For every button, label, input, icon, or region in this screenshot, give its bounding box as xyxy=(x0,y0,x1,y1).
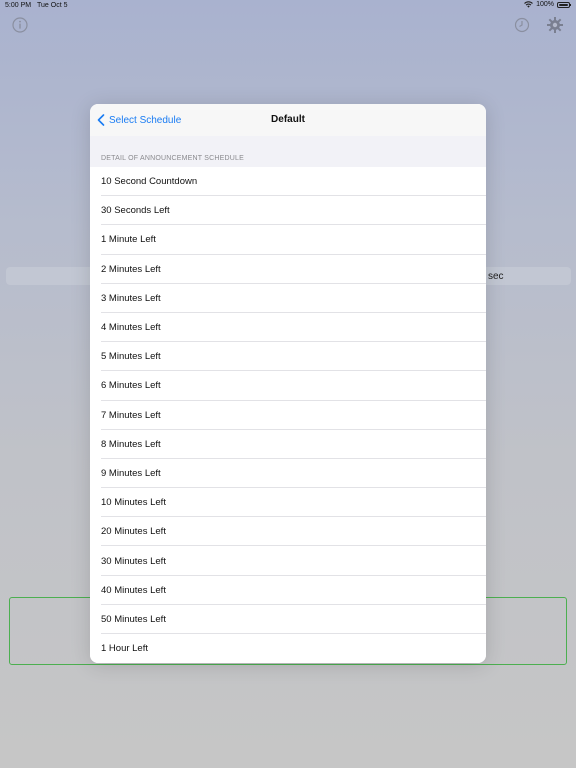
list-item-label: 50 Minutes Left xyxy=(101,613,166,625)
list-item[interactable]: 9 Minutes Left xyxy=(90,459,486,489)
list-item-label: 6 Minutes Left xyxy=(101,380,161,392)
list-item-label: 30 Minutes Left xyxy=(101,555,166,567)
announcement-list: 10 Second Countdown 30 Seconds Left 1 Mi… xyxy=(90,167,486,663)
list-item[interactable]: 4 Minutes Left xyxy=(90,313,486,343)
list-item[interactable]: 1 Minute Left xyxy=(90,225,486,255)
status-right: 100% xyxy=(524,1,571,8)
list-item[interactable]: 40 Minutes Left xyxy=(90,576,486,606)
status-date: Tue Oct 5 xyxy=(37,2,68,9)
background-sec-label: sec xyxy=(488,271,504,282)
list-item[interactable]: 6 Minutes Left xyxy=(90,371,486,401)
gear-icon[interactable] xyxy=(546,16,564,34)
status-time: 5:00 PM xyxy=(5,2,32,9)
clock-icon[interactable] xyxy=(513,16,531,34)
list-item[interactable]: 1 Hour Left xyxy=(90,634,486,663)
battery-percent: 100% xyxy=(536,1,554,8)
list-item-label: 10 Second Countdown xyxy=(101,176,198,188)
list-item-label: 8 Minutes Left xyxy=(101,438,161,450)
battery-icon xyxy=(557,1,571,8)
status-bar: 5:00 PM Tue Oct 5 100% xyxy=(0,0,576,12)
list-item[interactable]: 10 Minutes Left xyxy=(90,488,486,518)
list-item[interactable]: 30 Minutes Left xyxy=(90,546,486,576)
list-item-label: 30 Seconds Left xyxy=(101,205,170,217)
list-item[interactable]: 50 Minutes Left xyxy=(90,605,486,635)
list-item[interactable]: 3 Minutes Left xyxy=(90,284,486,314)
list-item[interactable]: 7 Minutes Left xyxy=(90,401,486,430)
info-icon[interactable] xyxy=(11,16,29,34)
list-item[interactable]: 5 Minutes Left xyxy=(90,342,486,372)
list-item-label: 1 Minute Left xyxy=(101,234,156,246)
list-item-label: 40 Minutes Left xyxy=(101,584,166,596)
schedule-detail-modal: Select Schedule Default DETAIL OF ANNOUN… xyxy=(90,104,486,663)
list-item-label: 1 Hour Left xyxy=(101,643,148,655)
wifi-icon xyxy=(524,1,533,8)
modal-navbar: Select Schedule Default xyxy=(90,104,486,136)
section-header: DETAIL OF ANNOUNCEMENT SCHEDULE xyxy=(101,155,244,162)
list-item-label: 5 Minutes Left xyxy=(101,351,161,363)
list-item[interactable]: 2 Minutes Left xyxy=(90,255,486,284)
modal-title: Default xyxy=(271,114,305,125)
list-item[interactable]: 8 Minutes Left xyxy=(90,430,486,460)
list-item-label: 9 Minutes Left xyxy=(101,467,161,479)
list-item-label: 20 Minutes Left xyxy=(101,526,166,538)
list-item-label: 3 Minutes Left xyxy=(101,292,161,304)
list-item-label: 4 Minutes Left xyxy=(101,322,161,334)
list-item-label: 10 Minutes Left xyxy=(101,497,166,509)
list-item-label: 2 Minutes Left xyxy=(101,263,161,275)
list-item-label: 7 Minutes Left xyxy=(101,409,161,421)
list-item[interactable]: 30 Seconds Left xyxy=(90,196,486,226)
list-item[interactable]: 10 Second Countdown xyxy=(90,167,486,197)
list-item[interactable]: 20 Minutes Left xyxy=(90,517,486,547)
